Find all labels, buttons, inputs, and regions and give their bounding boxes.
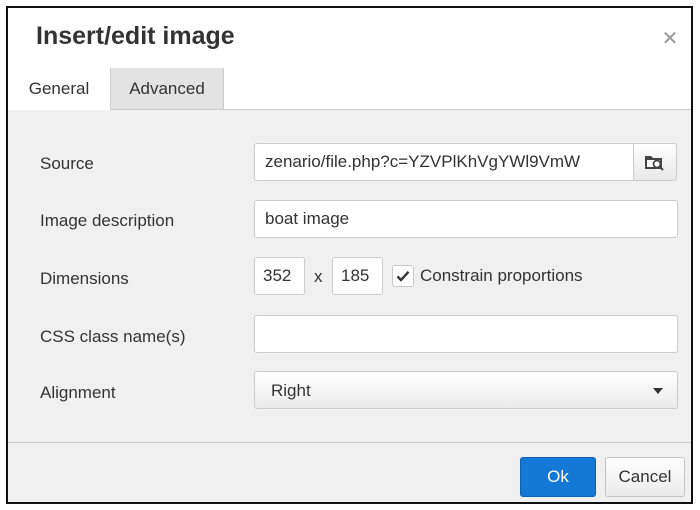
- close-icon[interactable]: ✕: [659, 28, 681, 50]
- height-input[interactable]: [332, 257, 383, 295]
- css-class-label: CSS class name(s): [40, 327, 186, 346]
- alignment-label: Alignment: [40, 383, 116, 402]
- alignment-selected-value: Right: [271, 381, 311, 400]
- image-description-label: Image description: [40, 211, 175, 230]
- constrain-proportions-label[interactable]: Constrain proportions: [420, 266, 583, 286]
- alignment-select[interactable]: Right: [254, 371, 678, 409]
- ok-button[interactable]: Ok: [520, 457, 596, 497]
- source-input[interactable]: [254, 143, 634, 181]
- general-form: Source Image description Dimensions x Co…: [8, 109, 691, 442]
- source-label: Source: [40, 154, 94, 173]
- css-class-input[interactable]: [254, 315, 678, 353]
- width-input[interactable]: [254, 257, 305, 295]
- cancel-button[interactable]: Cancel: [605, 457, 685, 497]
- chevron-down-icon: [653, 388, 663, 394]
- browse-folder-icon: [645, 156, 664, 171]
- browse-button[interactable]: [633, 143, 677, 181]
- dialog-title: Insert/edit image: [36, 22, 235, 50]
- checkmark-icon: [396, 270, 410, 282]
- tab-bar: General Advanced: [8, 68, 691, 110]
- tab-general[interactable]: General: [8, 68, 111, 110]
- tab-advanced[interactable]: Advanced: [111, 68, 224, 109]
- dimensions-separator: x: [314, 267, 323, 286]
- insert-edit-image-dialog: Insert/edit image ✕ General Advanced Sou…: [6, 6, 693, 504]
- dialog-footer: Ok Cancel: [8, 442, 691, 502]
- dimensions-label: Dimensions: [40, 269, 129, 288]
- constrain-proportions-checkbox[interactable]: [392, 265, 414, 287]
- dialog-titlebar: Insert/edit image ✕: [8, 8, 691, 68]
- image-description-input[interactable]: [254, 200, 678, 238]
